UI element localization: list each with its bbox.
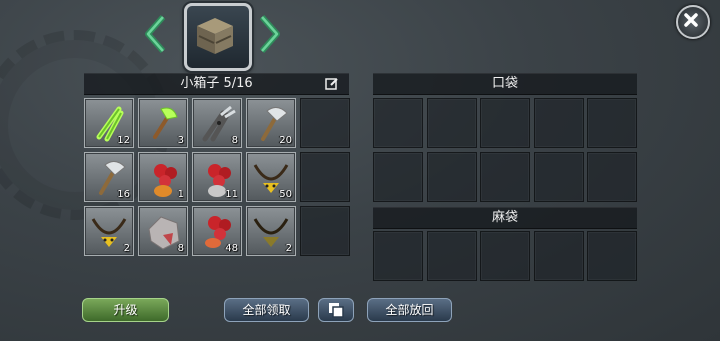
sack-slot[interactable] <box>373 231 423 281</box>
item-quantity: 16 <box>117 189 130 200</box>
return-all-button[interactable]: 全部放回 <box>367 298 452 322</box>
item-quantity: 1 <box>177 189 184 200</box>
pocket-slot[interactable] <box>533 152 584 202</box>
storage-slot[interactable] <box>300 206 350 256</box>
storage-slot[interactable]: 16 <box>84 152 134 202</box>
sack-slot[interactable] <box>587 231 637 281</box>
upgrade-button[interactable]: 升级 <box>82 298 169 322</box>
item-quantity: 8 <box>177 243 184 254</box>
pocket-slot[interactable] <box>480 98 530 148</box>
storage-slot[interactable] <box>300 152 350 202</box>
pocket-slot[interactable] <box>426 98 477 148</box>
pocket-title: 口袋 <box>491 76 518 91</box>
wooden-crate-icon <box>197 18 233 54</box>
storage-slot[interactable]: 48 <box>192 206 242 256</box>
storage-header: 小箱子 5/16 <box>84 73 349 95</box>
item-quantity: 11 <box>225 189 238 200</box>
sort-button[interactable] <box>318 298 354 322</box>
stack-icon <box>329 303 344 318</box>
storage-slot[interactable]: 1 <box>138 152 188 202</box>
container-selector[interactable] <box>184 3 252 71</box>
close-button[interactable] <box>676 5 710 39</box>
item-quantity: 12 <box>117 135 130 146</box>
storage-slot[interactable]: 50 <box>246 152 296 202</box>
storage-title: 小箱子 5/16 <box>180 76 253 91</box>
pocket-slot[interactable] <box>426 152 477 202</box>
pocket-header: 口袋 <box>373 73 637 95</box>
sack-slot[interactable] <box>426 231 477 281</box>
storage-slot[interactable]: 3 <box>138 98 188 148</box>
storage-slot[interactable] <box>300 98 350 148</box>
storage-slot[interactable]: 12 <box>84 98 134 148</box>
storage-slot[interactable]: 11 <box>192 152 242 202</box>
storage-slot[interactable]: 8 <box>138 206 188 256</box>
item-quantity: 20 <box>279 135 292 146</box>
pocket-slot[interactable] <box>480 152 530 202</box>
item-quantity: 3 <box>177 135 184 146</box>
pocket-slot[interactable] <box>373 98 423 148</box>
storage-slot[interactable]: 8 <box>192 98 242 148</box>
storage-slot[interactable]: 2 <box>246 206 296 256</box>
pocket-slot[interactable] <box>587 152 637 202</box>
pocket-slot[interactable] <box>587 98 637 148</box>
item-quantity: 2 <box>123 243 130 254</box>
item-quantity: 48 <box>225 243 238 254</box>
sack-title: 麻袋 <box>491 210 518 225</box>
edit-icon[interactable] <box>325 77 339 91</box>
storage-slot[interactable]: 2 <box>84 206 134 256</box>
item-quantity: 50 <box>279 189 292 200</box>
chevron-right-icon[interactable] <box>258 14 282 54</box>
chevron-left-icon[interactable] <box>143 14 167 54</box>
sack-header: 麻袋 <box>373 207 637 229</box>
sack-slot[interactable] <box>480 231 530 281</box>
pocket-slot[interactable] <box>373 152 423 202</box>
pocket-slot[interactable] <box>533 98 584 148</box>
sack-slot[interactable] <box>533 231 584 281</box>
take-all-button[interactable]: 全部领取 <box>224 298 309 322</box>
close-icon <box>684 13 698 27</box>
storage-slot[interactable]: 20 <box>246 98 296 148</box>
item-quantity: 2 <box>285 243 292 254</box>
item-quantity: 8 <box>231 135 238 146</box>
